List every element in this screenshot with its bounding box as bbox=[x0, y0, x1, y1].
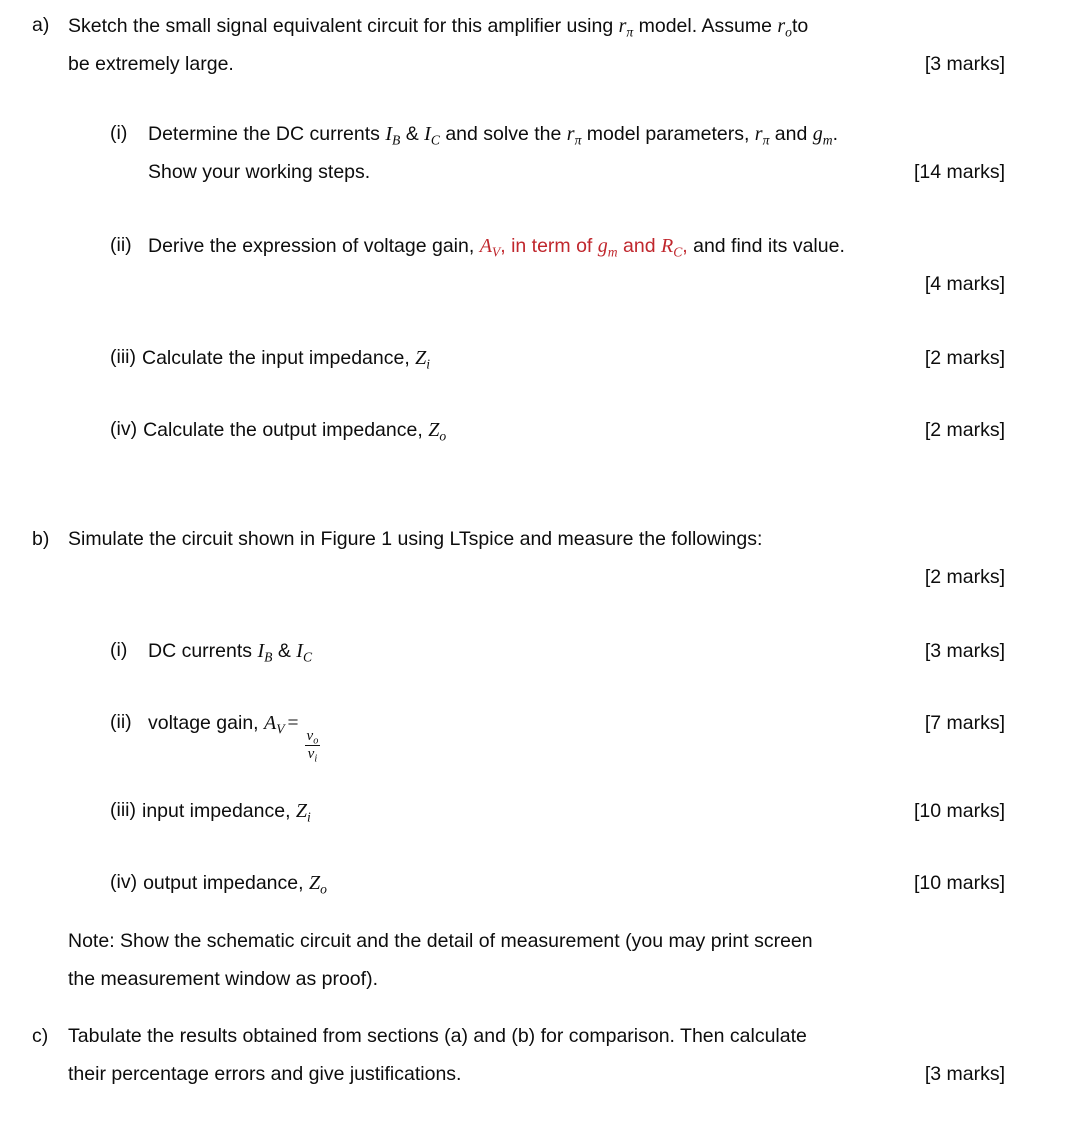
question-a-text-line1: Sketch the small signal equivalent circu… bbox=[68, 15, 809, 40]
question-c-text-line2: their percentage errors and give justifi… bbox=[68, 1062, 462, 1085]
symbol-I-B: IB bbox=[385, 123, 401, 148]
fraction-vo-vi: vo vi bbox=[304, 727, 322, 764]
question-b-ii: (ii) voltage gain, AV = vo vi [7 marks] bbox=[0, 711, 1080, 764]
symbol-Z-i: Zi bbox=[415, 347, 431, 372]
question-a-iv-marks: [2 marks] bbox=[924, 419, 1005, 441]
question-b-ii-text: voltage gain, AV = vo vi bbox=[148, 712, 323, 764]
question-c-marks: [3 marks] bbox=[924, 1062, 1005, 1085]
question-a-marks: [3 marks] bbox=[924, 52, 1005, 75]
symbol-I-B: IB bbox=[257, 640, 273, 665]
question-a-iii: (iii) Calculate the input impedance, Zi … bbox=[0, 346, 1080, 372]
question-a-i-marks: [14 marks] bbox=[913, 160, 1005, 183]
question-a-iv: (iv) Calculate the output impedance, Zo … bbox=[0, 418, 1080, 444]
question-b-iii-marker: (iii) bbox=[110, 799, 136, 821]
symbol-g-m: gm bbox=[597, 235, 618, 260]
question-b-i-text: DC currents IB & IC bbox=[148, 640, 313, 665]
symbol-Z-o: Zo bbox=[308, 872, 327, 897]
question-a-iii-marks: [2 marks] bbox=[924, 347, 1005, 369]
symbol-r-pi-2: rπ bbox=[754, 123, 770, 148]
note-block: Note: Show the schematic circuit and the… bbox=[0, 930, 1080, 990]
question-a-iii-text: Calculate the input impedance, Zi bbox=[141, 347, 431, 372]
question-b-iii: (iii) input impedance, Zi [10 marks] bbox=[0, 799, 1080, 825]
question-b: b) Simulate the circuit shown in Figure … bbox=[0, 528, 1080, 588]
symbol-Z-i: Zi bbox=[295, 800, 311, 825]
question-a-iii-marker: (iii) bbox=[110, 346, 136, 368]
symbol-R-C: RC bbox=[660, 235, 683, 260]
question-a-i-text: Determine the DC currents IB & IC and so… bbox=[148, 123, 839, 148]
symbol-Z-o: Zo bbox=[428, 419, 447, 444]
question-a-ii-text: Derive the expression of voltage gain, A… bbox=[148, 235, 845, 260]
symbol-r-pi: rπ bbox=[566, 123, 582, 148]
question-b-marks: [2 marks] bbox=[924, 565, 1005, 588]
question-b-i-marker: (i) bbox=[110, 639, 128, 661]
question-a-marker: a) bbox=[32, 14, 50, 36]
symbol-r-o: ro bbox=[777, 15, 792, 40]
note-line1: Note: Show the schematic circuit and the… bbox=[68, 930, 813, 952]
question-b-iii-marks: [10 marks] bbox=[913, 800, 1005, 822]
symbol-g-m: gm bbox=[812, 123, 833, 148]
question-b-text-line1: Simulate the circuit shown in Figure 1 u… bbox=[68, 528, 763, 550]
question-a-ii-marks: [4 marks] bbox=[924, 272, 1005, 295]
question-b-marker: b) bbox=[32, 528, 50, 550]
question-b-i: (i) DC currents IB & IC [3 marks] bbox=[0, 639, 1080, 665]
symbol-I-C: IC bbox=[424, 123, 440, 148]
question-a-ii: (ii) Derive the expression of voltage ga… bbox=[0, 234, 1080, 295]
question-a-text-line2: be extremely large. bbox=[68, 52, 234, 75]
question-b-iv: (iv) output impedance, Zo [10 marks] bbox=[0, 871, 1080, 897]
question-a-ii-marker: (ii) bbox=[110, 234, 132, 256]
question-b-ii-marker: (ii) bbox=[110, 711, 132, 733]
question-a: a) Sketch the small signal equivalent ci… bbox=[0, 14, 1080, 75]
symbol-A-V: AV bbox=[479, 235, 501, 260]
symbol-A-V: AV bbox=[264, 712, 285, 737]
question-c-marker: c) bbox=[32, 1025, 49, 1047]
fraction-denominator: vi bbox=[304, 744, 321, 764]
question-b-iii-text: input impedance, Zi bbox=[141, 800, 311, 825]
question-b-i-marks: [3 marks] bbox=[924, 640, 1005, 662]
question-a-iv-marker: (iv) bbox=[110, 418, 138, 440]
question-b-iv-text: output impedance, Zo bbox=[143, 872, 327, 897]
question-c-text-line1: Tabulate the results obtained from secti… bbox=[68, 1025, 807, 1047]
question-c: c) Tabulate the results obtained from se… bbox=[0, 1025, 1080, 1085]
question-a-i-marker: (i) bbox=[110, 122, 128, 144]
question-a-i-text-line2: Show your working steps. bbox=[148, 160, 371, 183]
question-a-i: (i) Determine the DC currents IB & IC an… bbox=[0, 122, 1080, 183]
question-b-iv-marker: (iv) bbox=[110, 871, 138, 893]
symbol-r-pi: rπ bbox=[618, 15, 634, 40]
equals-sign: = bbox=[287, 713, 299, 734]
symbol-I-C: IC bbox=[296, 640, 313, 665]
question-a-iv-text: Calculate the output impedance, Zo bbox=[143, 419, 447, 444]
question-b-iv-marks: [10 marks] bbox=[913, 872, 1005, 894]
note-line2: the measurement window as proof). bbox=[68, 967, 378, 990]
fraction-numerator: vo bbox=[306, 727, 319, 746]
question-sheet-page: a) Sketch the small signal equivalent ci… bbox=[0, 0, 1080, 1127]
question-b-ii-marks: [7 marks] bbox=[924, 712, 1005, 734]
